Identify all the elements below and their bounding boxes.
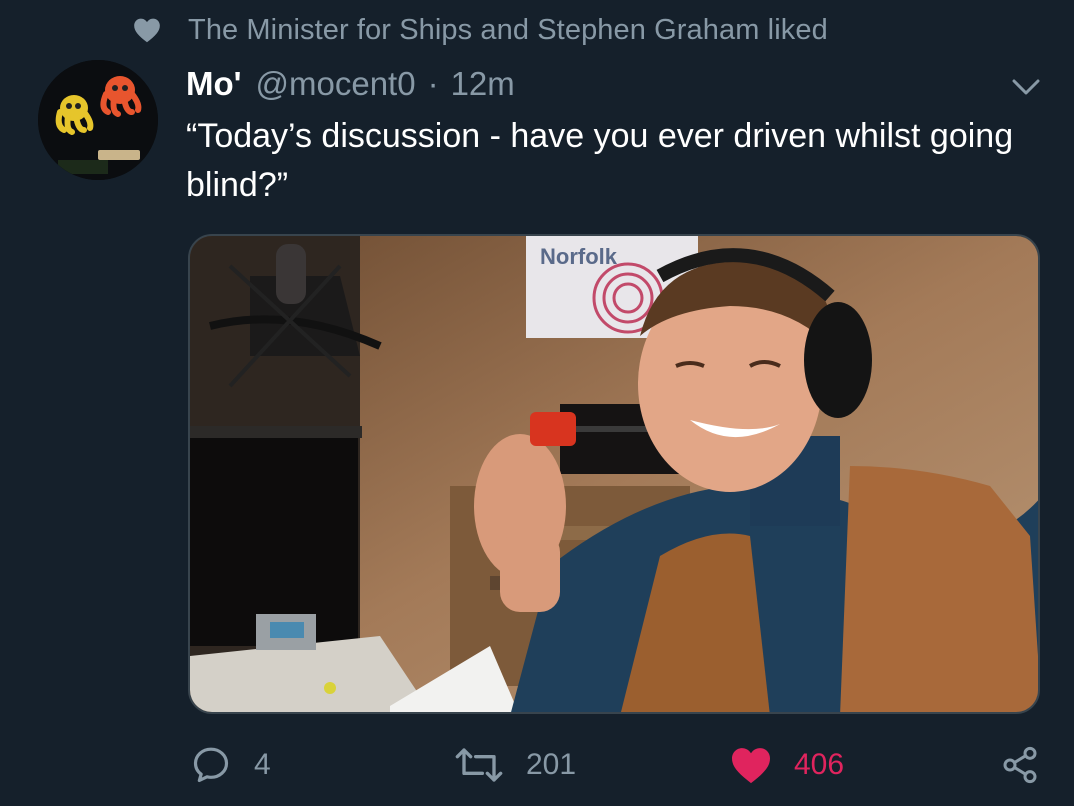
heart-filled-icon bbox=[730, 746, 772, 784]
social-context[interactable]: The Minister for Ships and Stephen Graha… bbox=[132, 10, 828, 50]
chevron-down-icon[interactable] bbox=[1006, 72, 1046, 102]
tweet-actions: 4 201 406 bbox=[0, 742, 1074, 788]
reply-button[interactable]: 4 bbox=[190, 742, 271, 788]
retweet-icon bbox=[454, 745, 504, 785]
wall-sign-text: Norfolk bbox=[540, 244, 618, 269]
share-button[interactable] bbox=[998, 742, 1064, 788]
tweet-header: Mo' @mocent0 · 12m bbox=[186, 60, 515, 108]
separator-dot: · bbox=[427, 65, 439, 102]
reply-count: 4 bbox=[254, 748, 271, 781]
retweet-count: 201 bbox=[526, 748, 577, 781]
like-count: 406 bbox=[794, 748, 845, 781]
retweet-button[interactable]: 201 bbox=[454, 742, 576, 788]
tweet-text: “Today’s discussion - have you ever driv… bbox=[186, 117, 1014, 204]
timestamp[interactable]: 12m bbox=[451, 65, 515, 103]
social-context-text: The Minister for Ships and Stephen Graha… bbox=[188, 13, 828, 46]
tweet-media-image[interactable]: Norfolk bbox=[188, 234, 1040, 714]
avatar[interactable] bbox=[38, 60, 158, 180]
user-handle[interactable]: @mocent0 bbox=[256, 65, 416, 103]
like-button[interactable]: 406 bbox=[730, 742, 844, 788]
heart-icon bbox=[132, 15, 162, 45]
share-icon bbox=[998, 745, 1042, 785]
display-name[interactable]: Mo' bbox=[186, 65, 242, 103]
reply-icon bbox=[190, 745, 232, 785]
